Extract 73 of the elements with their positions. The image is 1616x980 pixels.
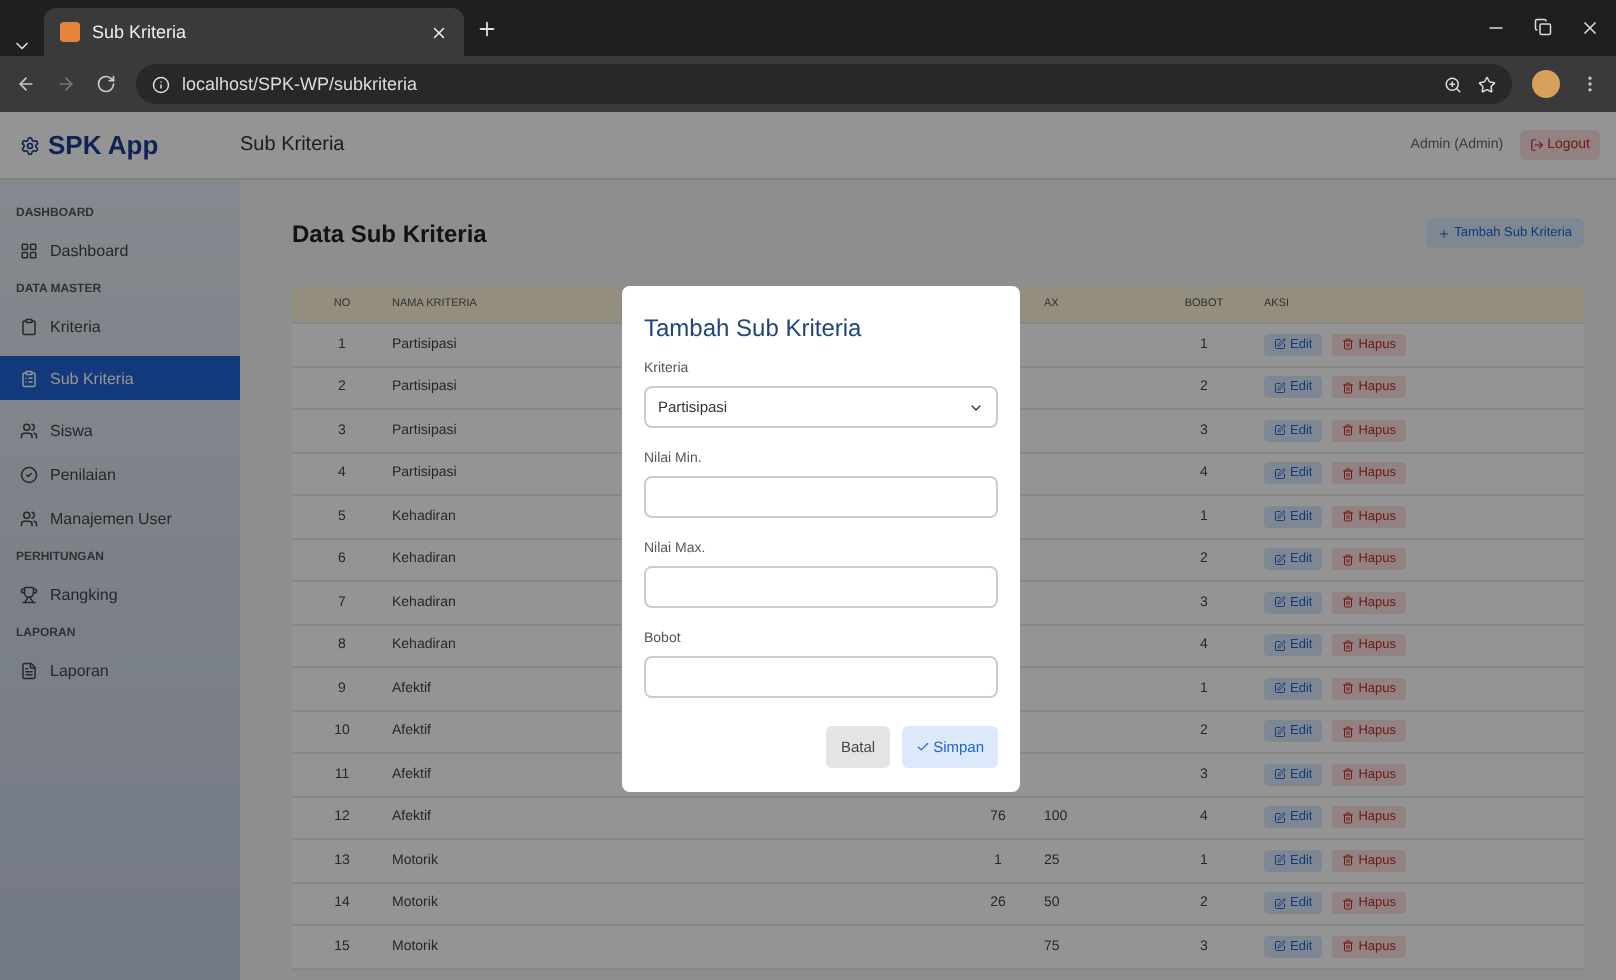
edit-icon [1274,768,1286,781]
brand-name: SPK App [48,130,159,160]
logout-icon [1529,138,1544,152]
reload-icon[interactable] [96,74,116,94]
gear-icon [20,135,40,155]
zoom-icon[interactable] [1444,75,1462,93]
trash-icon [1342,854,1355,867]
trash-icon [1342,596,1355,609]
trash-icon [1342,338,1355,351]
trash-icon [1342,553,1355,566]
url-text: localhost/SPK-WP/subkriteria [182,74,418,94]
check-icon [915,740,930,754]
trash-icon [1342,424,1355,437]
bookmark-star-icon[interactable] [1478,75,1496,93]
sidebar-item[interactable]: Manajemen User [0,496,240,540]
page-title: Data Sub Kriteria [292,219,487,247]
sidebar-item[interactable]: Sub Kriteria [0,356,240,400]
user-icon [20,421,38,439]
modal-title: Tambah Sub Kriteria [644,314,864,342]
address-bar[interactable]: localhost/SPK-WP/subkriteria [136,64,1512,104]
close-icon[interactable] [1580,18,1600,38]
input-field[interactable] [644,656,998,698]
sidebar-item[interactable]: Siswa [0,408,240,452]
edit-icon [1274,596,1286,609]
edit-icon [1274,553,1286,566]
site-info-icon[interactable] [152,75,170,93]
edit-icon [1274,467,1286,480]
user-icon [20,509,38,527]
edit-icon [1274,897,1286,910]
forward-icon[interactable] [56,74,76,94]
input-field[interactable] [644,566,998,608]
clipboard-list-icon [20,369,38,387]
check-circle-icon [20,465,38,483]
favicon-icon [60,22,80,42]
restore-icon[interactable] [1534,18,1552,36]
sidebar-item[interactable]: Kriteria [0,304,240,348]
edit-icon [1274,381,1286,394]
trash-icon [1342,897,1355,910]
edit-icon [1274,682,1286,695]
browser-tab[interactable]: Sub Kriteria [44,8,464,56]
back-icon[interactable] [16,74,36,94]
sidebar-item[interactable]: Penilaian [0,452,240,496]
edit-icon [1274,940,1286,953]
profile-avatar[interactable] [1532,70,1560,98]
edit-icon [1274,725,1286,738]
edit-icon [1274,811,1286,824]
trash-icon [1342,725,1355,738]
close-tab-icon[interactable] [430,23,448,41]
header-title: Sub Kriteria [240,134,345,156]
trash-icon [1342,510,1355,523]
new-tab-icon[interactable] [476,17,498,39]
input-field[interactable] [644,476,998,518]
sidebar-item[interactable]: Dashboard [0,228,240,272]
edit-icon [1274,424,1286,437]
sidebar-item[interactable]: Laporan [0,648,240,692]
plus-icon [1438,227,1451,239]
edit-icon [1274,338,1286,351]
clipboard-icon [20,317,38,335]
trash-icon [1342,811,1355,824]
edit-icon [1274,854,1286,867]
edit-icon [1274,639,1286,652]
sidebar-item[interactable]: Rangking [0,572,240,616]
trophy-icon [20,585,38,603]
tab-title: Sub Kriteria [92,22,187,42]
document-icon [20,661,38,679]
trash-icon [1342,467,1355,480]
grid-icon [20,241,38,259]
trash-icon [1342,768,1355,781]
trash-icon [1342,940,1355,953]
trash-icon [1342,682,1355,695]
trash-icon [1342,639,1355,652]
edit-icon [1274,510,1286,523]
trash-icon [1342,381,1355,394]
